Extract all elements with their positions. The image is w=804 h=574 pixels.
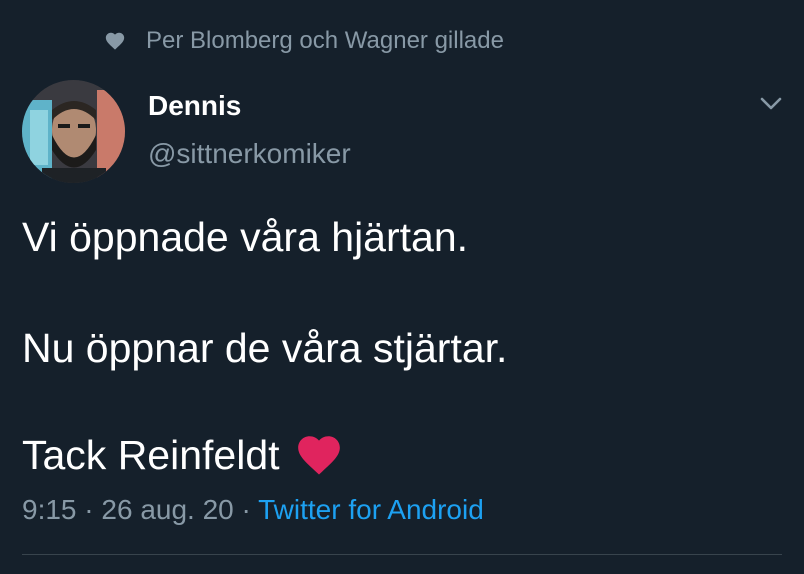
- divider: [22, 554, 782, 555]
- display-name[interactable]: Dennis: [148, 90, 241, 122]
- chevron-down-icon[interactable]: [758, 94, 784, 114]
- tweet-text-line: Nu öppnar de våra stjärtar.: [22, 325, 508, 371]
- tweet-source-link[interactable]: Twitter for Android: [258, 494, 484, 525]
- avatar[interactable]: [22, 80, 125, 183]
- red-heart-icon: [294, 433, 344, 479]
- tweet-text-line: Vi öppnade våra hjärtan.: [22, 214, 469, 260]
- tweet-meta: 9:15 · 26 aug. 20 · Twitter for Android: [22, 494, 484, 526]
- tweet-text-line: Tack Reinfeldt: [22, 432, 280, 478]
- social-context-text: Per Blomberg och Wagner gillade: [146, 27, 504, 54]
- meta-separator: ·: [241, 494, 251, 525]
- heart-icon: [104, 30, 126, 52]
- social-context[interactable]: Per Blomberg och Wagner gillade: [104, 26, 504, 56]
- meta-separator: ·: [84, 494, 94, 525]
- tweet-text-line-with-emoji: Tack Reinfeldt: [22, 432, 344, 479]
- user-handle[interactable]: @sittnerkomiker: [148, 138, 351, 170]
- tweet-time: 9:15: [22, 494, 77, 525]
- tweet-date: 26 aug. 20: [101, 494, 234, 525]
